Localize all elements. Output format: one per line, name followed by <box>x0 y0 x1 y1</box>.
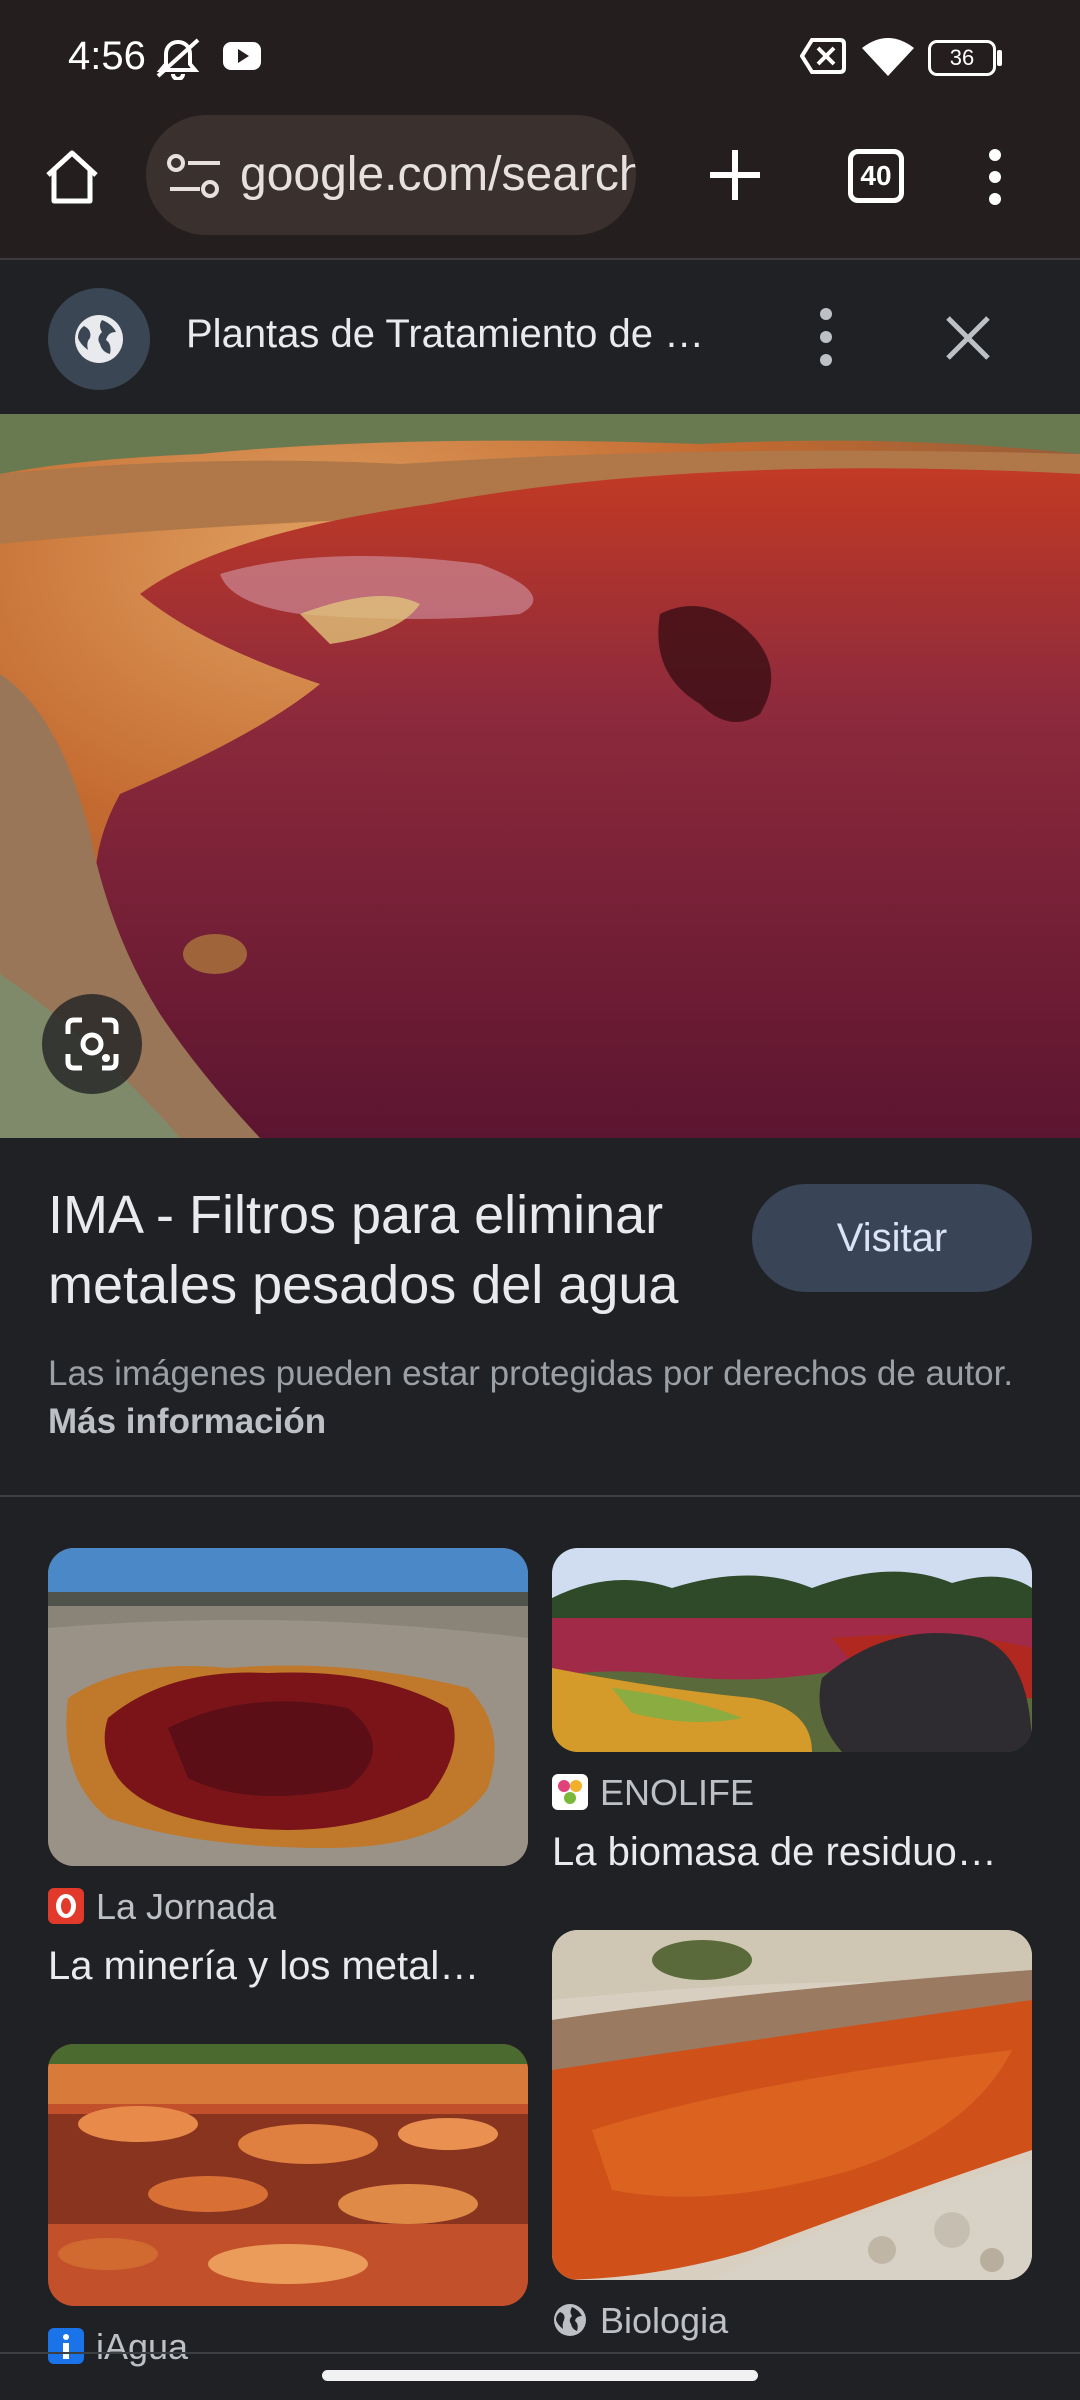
enolife-favicon <box>552 1774 588 1810</box>
visit-button[interactable]: Visitar <box>752 1184 1032 1292</box>
red-stream-photo <box>552 1930 1032 2280</box>
related-image-3[interactable] <box>48 2044 528 2306</box>
tab-switcher-icon[interactable]: 40 <box>848 149 904 203</box>
swamp-lake-photo <box>552 1548 1032 1752</box>
close-icon[interactable] <box>940 310 996 366</box>
overflow-menu-icon[interactable] <box>975 147 1015 207</box>
home-icon[interactable] <box>40 145 104 209</box>
status-time: 4:56 <box>68 34 146 78</box>
related-source-4[interactable]: Biologia <box>600 2300 728 2342</box>
battery-tip <box>997 50 1002 66</box>
youtube-icon <box>223 42 261 70</box>
address-bar[interactable]: google.com/search <box>146 115 636 235</box>
related-image-2[interactable] <box>552 1548 1032 1752</box>
related-source-3[interactable]: iAgua <box>96 2326 188 2368</box>
battery-level: 36 <box>949 45 975 70</box>
lens-icon <box>65 1017 119 1071</box>
iagua-favicon <box>48 2328 84 2364</box>
red-lake-photo <box>0 414 1080 1138</box>
gesture-nav-bar[interactable] <box>322 2370 758 2381</box>
nav-divider <box>0 2352 1080 2354</box>
more-vert-icon[interactable] <box>806 306 846 368</box>
related-image-4[interactable] <box>552 1930 1032 2280</box>
more-info-link[interactable]: Más información <box>48 1402 326 1441</box>
status-bar: 4:56 36 <box>0 0 1080 115</box>
copyright-notice: Las imágenes pueden estar protegidas por… <box>48 1350 1038 1446</box>
browser-toolbar: google.com/search 40 <box>0 115 1080 260</box>
globe-icon <box>554 2304 586 2336</box>
pit-lake-photo <box>48 1548 528 1866</box>
mute-icon <box>156 38 200 80</box>
related-image-1[interactable] <box>48 1548 528 1866</box>
wifi-icon <box>862 38 914 76</box>
orange-river-photo <box>48 2044 528 2306</box>
new-tab-icon[interactable] <box>700 140 770 210</box>
url-text[interactable]: google.com/search <box>240 147 636 202</box>
google-lens-button[interactable] <box>42 994 142 1094</box>
la-jornada-favicon <box>48 1888 84 1924</box>
related-source-1[interactable]: La Jornada <box>96 1886 276 1928</box>
page: 4:56 36 google.com/search 40 Plantas de … <box>0 0 1080 2400</box>
result-title: IMA - Filtros para eliminar metales pesa… <box>48 1185 679 1315</box>
globe-icon <box>75 315 123 363</box>
tab-count: 40 <box>860 160 892 191</box>
copyright-text: Las imágenes pueden estar protegidas por… <box>48 1354 1014 1393</box>
related-source-2[interactable]: ENOLIFE <box>600 1772 754 1814</box>
site-settings-icon[interactable] <box>166 153 224 199</box>
related-title-1[interactable]: La minería y los metal… <box>48 1944 479 1989</box>
main-image[interactable] <box>0 414 1080 1138</box>
no-sim-icon <box>800 38 846 74</box>
panel-title[interactable]: Plantas de Tratamiento de … <box>186 312 704 357</box>
divider <box>0 1495 1080 1497</box>
site-favicon <box>48 288 150 390</box>
related-title-2[interactable]: La biomasa de residuo… <box>552 1830 997 1875</box>
panel-header: Plantas de Tratamiento de … <box>0 262 1080 414</box>
battery-icon: 36 <box>928 40 996 76</box>
